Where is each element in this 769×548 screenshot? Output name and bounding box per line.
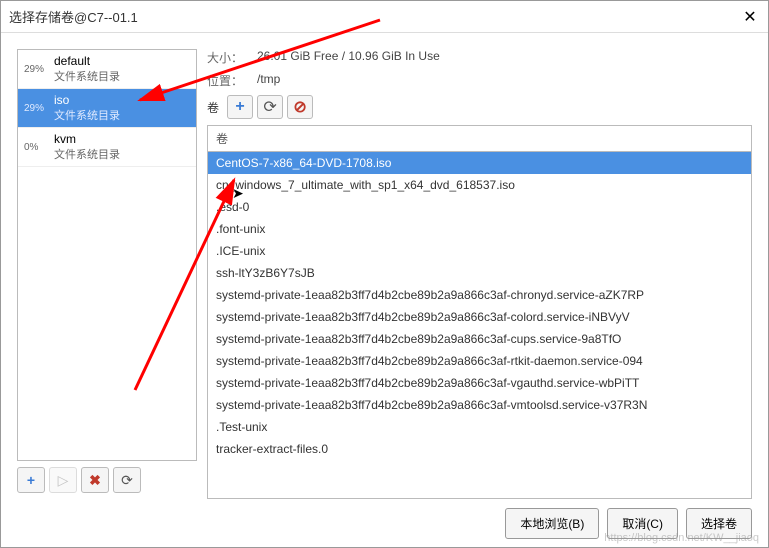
volume-item[interactable]: .ICE-unix bbox=[208, 240, 751, 262]
volume-item[interactable]: systemd-private-1eaa82b3ff7d4b2cbe89b2a9… bbox=[208, 394, 751, 416]
refresh-icon: ⟳ bbox=[121, 472, 133, 489]
location-row: 位置： /tmp bbox=[207, 72, 752, 89]
watermark: https://blog.csdn.net/KW__jiaoq bbox=[604, 532, 759, 544]
refresh-pool-button[interactable]: ⟳ bbox=[113, 467, 141, 493]
add-volume-button[interactable]: + bbox=[227, 95, 253, 119]
volume-item[interactable]: systemd-private-1eaa82b3ff7d4b2cbe89b2a9… bbox=[208, 284, 751, 306]
close-button[interactable]: ✕ bbox=[740, 7, 760, 27]
delete-icon: ⊘ bbox=[293, 97, 306, 117]
pool-list[interactable]: 29% default 文件系统目录29% iso 文件系统目录0% kvm 文… bbox=[17, 49, 197, 461]
add-pool-button[interactable]: + bbox=[17, 467, 45, 493]
pool-toolbar: + ▷ ✖ ⟳ bbox=[17, 461, 197, 499]
pool-percent: 29% bbox=[24, 103, 54, 114]
browse-local-button[interactable]: 本地浏览(B) bbox=[505, 508, 599, 539]
volume-item[interactable]: systemd-private-1eaa82b3ff7d4b2cbe89b2a9… bbox=[208, 350, 751, 372]
volume-list[interactable]: CentOS-7-x86_64-DVD-1708.isocn_windows_7… bbox=[207, 151, 752, 499]
storage-volume-dialog: 选择存储卷@C7--01.1 ✕ 29% default 文件系统目录29% i… bbox=[0, 0, 769, 548]
volume-item[interactable]: CentOS-7-x86_64-DVD-1708.iso bbox=[208, 152, 751, 174]
volume-item[interactable]: .esd-0 bbox=[208, 196, 751, 218]
volume-item[interactable]: .Test-unix bbox=[208, 416, 751, 438]
volume-item[interactable]: systemd-private-1eaa82b3ff7d4b2cbe89b2a9… bbox=[208, 328, 751, 350]
pool-name: kvm bbox=[54, 132, 120, 146]
volume-toolbar: 卷 + ⟳ ⊘ bbox=[207, 95, 752, 119]
volume-item[interactable]: systemd-private-1eaa82b3ff7d4b2cbe89b2a9… bbox=[208, 306, 751, 328]
volume-item[interactable]: systemd-private-1eaa82b3ff7d4b2cbe89b2a9… bbox=[208, 372, 751, 394]
pool-item[interactable]: 29% default 文件系统目录 bbox=[18, 50, 196, 89]
size-row: 大小： 26.01 GiB Free / 10.96 GiB In Use bbox=[207, 49, 752, 66]
delete-volume-button[interactable]: ⊘ bbox=[287, 95, 313, 119]
plus-icon: + bbox=[27, 472, 35, 488]
volume-item[interactable]: tracker-extract-files.0 bbox=[208, 438, 751, 460]
size-value: 26.01 GiB Free / 10.96 GiB In Use bbox=[257, 49, 440, 66]
refresh-icon: ⟳ bbox=[263, 97, 276, 117]
volume-item[interactable]: cn_windows_7_ultimate_with_sp1_x64_dvd_6… bbox=[208, 174, 751, 196]
dialog-content: 29% default 文件系统目录29% iso 文件系统目录0% kvm 文… bbox=[1, 33, 768, 499]
delete-pool-button[interactable]: ✖ bbox=[81, 467, 109, 493]
pool-name: default bbox=[54, 54, 120, 68]
size-label: 大小： bbox=[207, 49, 257, 66]
location-label: 位置： bbox=[207, 72, 257, 89]
dialog-title: 选择存储卷@C7--01.1 bbox=[9, 7, 740, 26]
volume-item[interactable]: .font-unix bbox=[208, 218, 751, 240]
start-pool-button[interactable]: ▷ bbox=[49, 467, 77, 493]
pool-type: 文件系统目录 bbox=[54, 68, 120, 84]
refresh-volume-button[interactable]: ⟳ bbox=[257, 95, 283, 119]
play-icon: ▷ bbox=[58, 472, 69, 489]
pool-item[interactable]: 0% kvm 文件系统目录 bbox=[18, 128, 196, 167]
pool-percent: 29% bbox=[24, 64, 54, 75]
plus-icon: + bbox=[235, 98, 244, 116]
volume-item[interactable]: ssh-ltY3zB6Y7sJB bbox=[208, 262, 751, 284]
delete-icon: ✖ bbox=[89, 472, 101, 489]
pool-type: 文件系统目录 bbox=[54, 146, 120, 162]
pool-percent: 0% bbox=[24, 142, 54, 153]
pool-name: iso bbox=[54, 93, 120, 107]
pool-item[interactable]: 29% iso 文件系统目录 bbox=[18, 89, 196, 128]
volume-list-header: 卷 bbox=[207, 125, 752, 151]
volume-toolbar-label: 卷 bbox=[207, 99, 219, 116]
right-panel: 大小： 26.01 GiB Free / 10.96 GiB In Use 位置… bbox=[207, 49, 752, 499]
left-panel: 29% default 文件系统目录29% iso 文件系统目录0% kvm 文… bbox=[17, 49, 197, 499]
location-value: /tmp bbox=[257, 72, 280, 89]
titlebar: 选择存储卷@C7--01.1 ✕ bbox=[1, 1, 768, 33]
pool-type: 文件系统目录 bbox=[54, 107, 120, 123]
